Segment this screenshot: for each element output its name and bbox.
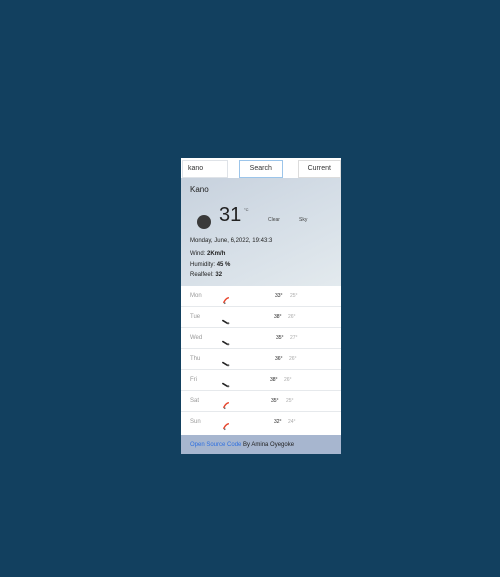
forecast-high: 35° <box>276 335 284 341</box>
forecast-high: 35° <box>271 398 279 404</box>
cloud-icon <box>222 334 231 346</box>
current-location-button[interactable]: Current <box>297 159 341 178</box>
rain-icon <box>222 292 231 305</box>
author-credit: By Amina Oyegoke <box>241 442 295 448</box>
condition-text-2: Sky <box>299 217 308 223</box>
current-temperature: 31 <box>219 204 242 226</box>
wind-label: Wind: <box>190 251 206 257</box>
cloud-icon <box>222 355 231 367</box>
wind-value: 2Km/h <box>207 251 226 257</box>
forecast-row: Tue 38° 26° <box>181 307 341 328</box>
forecast-row: Thu 36° 26° <box>181 349 341 370</box>
forecast-high: 36° <box>275 356 283 362</box>
condition-text: Clear <box>268 217 280 223</box>
humidity-label: Humidity: <box>190 262 216 268</box>
forecast-list: Mon 33° 25° Tue 38° 26° Wed 35° 27° Thu 36° 26° Fri 3… <box>181 286 341 433</box>
city-name: Kano <box>190 185 209 194</box>
forecast-low: 26° <box>288 314 296 320</box>
forecast-row: Sun 32° 24° <box>181 412 341 433</box>
forecast-high: 32° <box>274 419 282 425</box>
realfeel-value: 32 <box>215 272 223 278</box>
forecast-low: 26° <box>284 377 292 383</box>
forecast-row: Wed 35° 27° <box>181 328 341 349</box>
footer: Open Source Code By Amina Oyegoke <box>181 435 341 454</box>
wind-stat: Wind: 2Km/h <box>190 251 225 257</box>
forecast-low: 24° <box>288 419 296 425</box>
forecast-day: Fri <box>190 377 197 383</box>
forecast-low: 26° <box>289 356 297 362</box>
forecast-row: Fri 38° 26° <box>181 370 341 391</box>
search-input[interactable] <box>182 159 228 178</box>
weather-icon <box>197 215 211 229</box>
humidity-value: 45 % <box>216 262 231 268</box>
search-button[interactable]: Search <box>239 159 283 178</box>
cloud-icon <box>222 376 231 388</box>
rain-icon <box>222 397 231 410</box>
realfeel-label: Realfeel: <box>190 272 214 278</box>
cloud-icon <box>222 313 231 325</box>
forecast-low: 25° <box>290 293 298 299</box>
forecast-high: 33° <box>275 293 283 299</box>
forecast-day: Tue <box>190 314 201 320</box>
forecast-day: Sun <box>190 419 201 425</box>
weather-app: Search Current Kano 31 °C Clear Sky Mond… <box>181 158 341 454</box>
rain-icon <box>222 418 231 431</box>
forecast-day: Sat <box>190 398 200 404</box>
forecast-row: Sat 35° 25° <box>181 391 341 412</box>
temperature-unit: °C <box>244 207 249 212</box>
realfeel-stat: Realfeel: 32 <box>190 272 222 278</box>
current-weather-panel: Kano 31 °C Clear Sky Monday, June, 6,202… <box>181 178 341 286</box>
search-bar: Search Current <box>181 158 341 178</box>
forecast-row: Mon 33° 25° <box>181 286 341 307</box>
date-time: Monday, June, 6,2022, 19:43:3 <box>190 238 273 244</box>
forecast-high: 38° <box>274 314 282 320</box>
forecast-low: 27° <box>290 335 298 341</box>
forecast-day: Thu <box>190 356 201 362</box>
source-code-link[interactable]: Open Source Code <box>190 442 241 448</box>
forecast-day: Mon <box>190 293 202 299</box>
forecast-day: Wed <box>190 335 203 341</box>
humidity-stat: Humidity: 45 % <box>190 262 230 268</box>
forecast-high: 38° <box>270 377 278 383</box>
forecast-low: 25° <box>286 398 294 404</box>
